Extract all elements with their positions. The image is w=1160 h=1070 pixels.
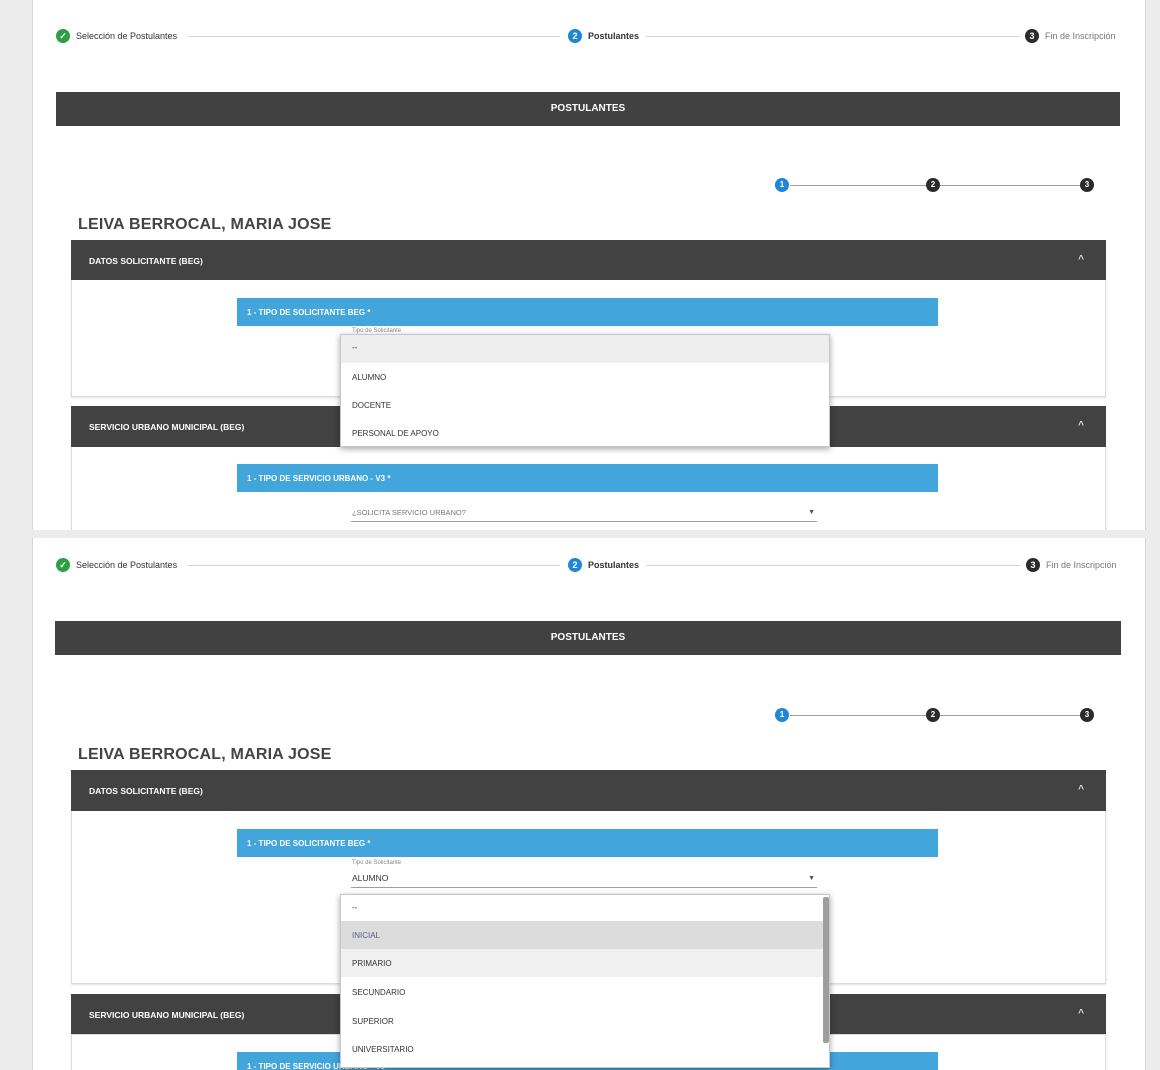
applicant-name: LEIVA BERROCAL, MARIA JOSE bbox=[78, 216, 332, 233]
dropdown-scrollbar[interactable] bbox=[823, 897, 829, 1043]
panel-separator bbox=[0, 530, 1160, 538]
wizard-step-1-check-icon: ✓ bbox=[56, 29, 70, 43]
wizard-connector bbox=[646, 36, 1020, 37]
dropdown-arrow-icon: ▼ bbox=[808, 875, 815, 882]
datos-section-header[interactable]: DATOS SOLICITANTE (BEG) ^ bbox=[71, 770, 1106, 811]
wizard-step-2-label[interactable]: Postulantes bbox=[588, 560, 639, 570]
datos-section-title: DATOS SOLICITANTE (BEG) bbox=[89, 786, 203, 796]
servicio-urbano-select[interactable]: ¿SOLICITA SERVICIO URBANO? ▼ bbox=[351, 505, 817, 522]
page-title: POSTULANTES bbox=[550, 632, 626, 643]
substep-3[interactable]: 3 bbox=[1080, 708, 1094, 722]
substep-connector bbox=[940, 715, 1080, 716]
wizard-step-2-number: 2 bbox=[568, 29, 582, 43]
nivel-dropdown-menu: -- INICIAL PRIMARIO SECUNDARIO SUPERIOR … bbox=[340, 894, 830, 1068]
dropdown-option[interactable]: PERSONAL DE APOYO bbox=[341, 419, 829, 447]
tipo-solicitante-select-label: Tipo de Solicitante bbox=[352, 860, 402, 866]
wizard-step-3-label[interactable]: Fin de Inscripción bbox=[1045, 31, 1116, 41]
wizard-step-2-number: 2 bbox=[568, 558, 582, 572]
datos-section-header[interactable]: DATOS SOLICITANTE (BEG) ^ bbox=[71, 240, 1106, 280]
dropdown-option[interactable]: UNIVERSITARIO bbox=[341, 1035, 829, 1063]
page-title: POSTULANTES bbox=[550, 103, 626, 114]
substep-2[interactable]: 2 bbox=[926, 178, 940, 192]
tipo-solicitante-question: 1 - TIPO DE SOLICITANTE BEG * bbox=[237, 829, 938, 857]
servicio-section-title: SERVICIO URBANO MUNICIPAL (BEG) bbox=[89, 422, 245, 432]
tipo-servicio-question-label: 1 - TIPO DE SERVICIO URBANO - V3 * bbox=[247, 474, 391, 483]
chevron-up-icon[interactable]: ^ bbox=[1078, 784, 1084, 795]
screenshot-panel-2: ✓ Selección de Postulantes 2 Postulantes… bbox=[0, 538, 1160, 1070]
substep-3[interactable]: 3 bbox=[1080, 178, 1094, 192]
servicio-section-title: SERVICIO URBANO MUNICIPAL (BEG) bbox=[89, 1010, 245, 1020]
dropdown-arrow-icon: ▼ bbox=[808, 509, 815, 516]
dropdown-option[interactable]: -- bbox=[341, 335, 829, 363]
wizard-step-3-number: 3 bbox=[1025, 29, 1039, 43]
substep-connector bbox=[940, 185, 1080, 186]
wizard-connector bbox=[646, 565, 1020, 566]
postulantes-header: POSTULANTES bbox=[55, 621, 1121, 655]
substep-connector bbox=[790, 185, 926, 186]
substep-2[interactable]: 2 bbox=[926, 708, 940, 722]
wizard-step-2-label[interactable]: Postulantes bbox=[588, 31, 639, 41]
tipo-solicitante-question-label: 1 - TIPO DE SOLICITANTE BEG * bbox=[247, 308, 371, 317]
tipo-solicitante-question-label: 1 - TIPO DE SOLICITANTE BEG * bbox=[247, 839, 371, 848]
wizard-connector bbox=[188, 36, 560, 37]
dropdown-option[interactable]: DOCENTE bbox=[341, 391, 829, 419]
chevron-up-icon[interactable]: ^ bbox=[1078, 420, 1084, 431]
substep-1[interactable]: 1 bbox=[775, 178, 789, 192]
dropdown-option[interactable]: SECUNDARIO bbox=[341, 978, 829, 1006]
servicio-urbano-placeholder: ¿SOLICITA SERVICIO URBANO? bbox=[352, 508, 466, 517]
tipo-solicitante-dropdown-menu: -- ALUMNO DOCENTE PERSONAL DE APOYO bbox=[340, 334, 830, 447]
screenshot-panel-1: ✓ Selección de Postulantes 2 Postulantes… bbox=[0, 0, 1160, 530]
wizard-step-1-check-icon: ✓ bbox=[56, 558, 70, 572]
substep-1[interactable]: 1 bbox=[775, 708, 789, 722]
wizard-step-3-number: 3 bbox=[1026, 558, 1040, 572]
wizard-connector bbox=[188, 565, 560, 566]
wizard-step-1-label[interactable]: Selección de Postulantes bbox=[76, 560, 177, 570]
dropdown-option[interactable]: INICIAL bbox=[341, 921, 823, 949]
chevron-up-icon[interactable]: ^ bbox=[1078, 1008, 1084, 1019]
dropdown-option[interactable]: PRIMARIO bbox=[341, 949, 823, 977]
applicant-name: LEIVA BERROCAL, MARIA JOSE bbox=[78, 746, 332, 763]
dropdown-option[interactable]: SUPERIOR bbox=[341, 1007, 829, 1035]
dropdown-option[interactable]: ALUMNO bbox=[341, 363, 829, 391]
postulantes-header: POSTULANTES bbox=[56, 92, 1120, 126]
wizard-step-1-label[interactable]: Selección de Postulantes bbox=[76, 31, 177, 41]
dropdown-option[interactable]: -- bbox=[341, 895, 829, 923]
datos-section-title: DATOS SOLICITANTE (BEG) bbox=[89, 256, 203, 266]
tipo-solicitante-select-value: ALUMNO bbox=[352, 873, 389, 883]
chevron-up-icon[interactable]: ^ bbox=[1078, 254, 1084, 265]
tipo-servicio-question: 1 - TIPO DE SERVICIO URBANO - V3 * bbox=[237, 464, 938, 492]
substep-connector bbox=[790, 715, 926, 716]
tipo-solicitante-select[interactable]: Tipo de Solicitante ALUMNO ▼ bbox=[351, 859, 817, 888]
tipo-solicitante-question: 1 - TIPO DE SOLICITANTE BEG * bbox=[237, 298, 938, 326]
wizard-step-3-label[interactable]: Fin de Inscripción bbox=[1046, 560, 1117, 570]
